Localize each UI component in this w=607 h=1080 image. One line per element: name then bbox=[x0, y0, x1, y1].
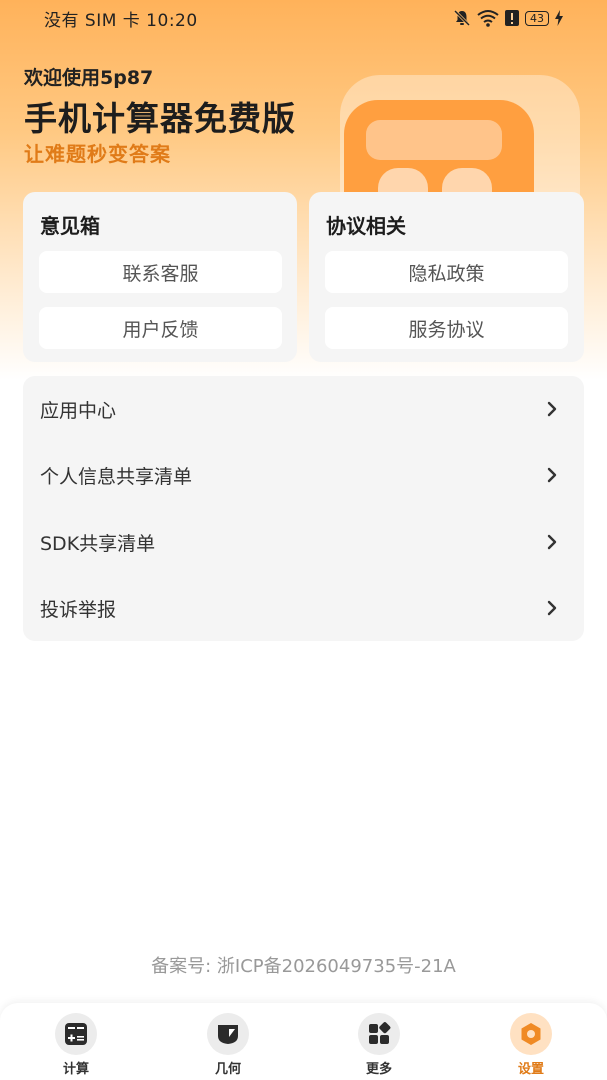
menu-item-personal-info-list[interactable]: 个人信息共享清单 bbox=[23, 442, 584, 508]
app-title: 手机计算器免费版 bbox=[24, 99, 296, 138]
welcome-text: 欢迎使用5p87 bbox=[24, 67, 154, 89]
tab-label: 更多 bbox=[365, 1062, 392, 1077]
menu-item-complaint[interactable]: 投诉举报 bbox=[23, 575, 584, 641]
battery-icon: 43 bbox=[525, 10, 549, 26]
feedback-card: 意见箱 联系客服 用户反馈 bbox=[23, 192, 297, 362]
chevron-right-icon bbox=[547, 467, 557, 483]
menu-item-label: SDK共享清单 bbox=[40, 532, 156, 555]
tab-label: 设置 bbox=[517, 1062, 544, 1077]
user-feedback-button[interactable]: 用户反馈 bbox=[39, 307, 282, 349]
alert-icon bbox=[505, 10, 519, 26]
geometry-icon bbox=[207, 1013, 249, 1055]
service-agreement-button[interactable]: 服务协议 bbox=[325, 307, 568, 349]
chevron-right-icon bbox=[547, 401, 557, 417]
icp-record[interactable]: 备案号: 浙ICP备2026049735号-21A bbox=[0, 952, 607, 978]
settings-icon bbox=[510, 1013, 552, 1055]
calculator-illustration-screen bbox=[366, 120, 502, 160]
chevron-right-icon bbox=[547, 600, 557, 616]
status-carrier-time: 没有 SIM 卡 10:20 bbox=[44, 10, 198, 31]
tab-label: 几何 bbox=[214, 1062, 241, 1077]
status-icons: 43 bbox=[453, 9, 563, 27]
tab-more[interactable]: 更多 bbox=[344, 1013, 414, 1077]
charging-icon bbox=[555, 10, 563, 26]
contact-support-button[interactable]: 联系客服 bbox=[39, 251, 282, 293]
menu-item-app-center[interactable]: 应用中心 bbox=[23, 376, 584, 442]
mute-bell-icon bbox=[453, 9, 471, 27]
chevron-right-icon bbox=[547, 534, 557, 550]
bottom-tab-bar: 计算 几何 更多 设置 bbox=[0, 1003, 607, 1080]
tab-calculate[interactable]: 计算 bbox=[41, 1013, 111, 1077]
status-bar: 没有 SIM 卡 10:20 43 bbox=[0, 0, 607, 36]
wifi-icon bbox=[477, 10, 499, 27]
tab-settings[interactable]: 设置 bbox=[496, 1013, 566, 1077]
menu-item-label: 投诉举报 bbox=[40, 598, 117, 621]
agreement-card-title: 协议相关 bbox=[326, 214, 406, 238]
privacy-policy-button[interactable]: 隐私政策 bbox=[325, 251, 568, 293]
app-slogan: 让难题秒变答案 bbox=[24, 142, 171, 166]
settings-menu: 应用中心 个人信息共享清单 SDK共享清单 投诉举报 bbox=[23, 376, 584, 641]
calculator-icon bbox=[55, 1013, 97, 1055]
menu-item-label: 个人信息共享清单 bbox=[40, 465, 193, 488]
menu-item-label: 应用中心 bbox=[40, 399, 117, 422]
tab-geometry[interactable]: 几何 bbox=[193, 1013, 263, 1077]
feedback-card-title: 意见箱 bbox=[40, 214, 100, 238]
tab-label: 计算 bbox=[62, 1062, 89, 1077]
menu-item-sdk-list[interactable]: SDK共享清单 bbox=[23, 509, 584, 575]
grid-icon bbox=[358, 1013, 400, 1055]
agreement-card: 协议相关 隐私政策 服务协议 bbox=[309, 192, 584, 362]
